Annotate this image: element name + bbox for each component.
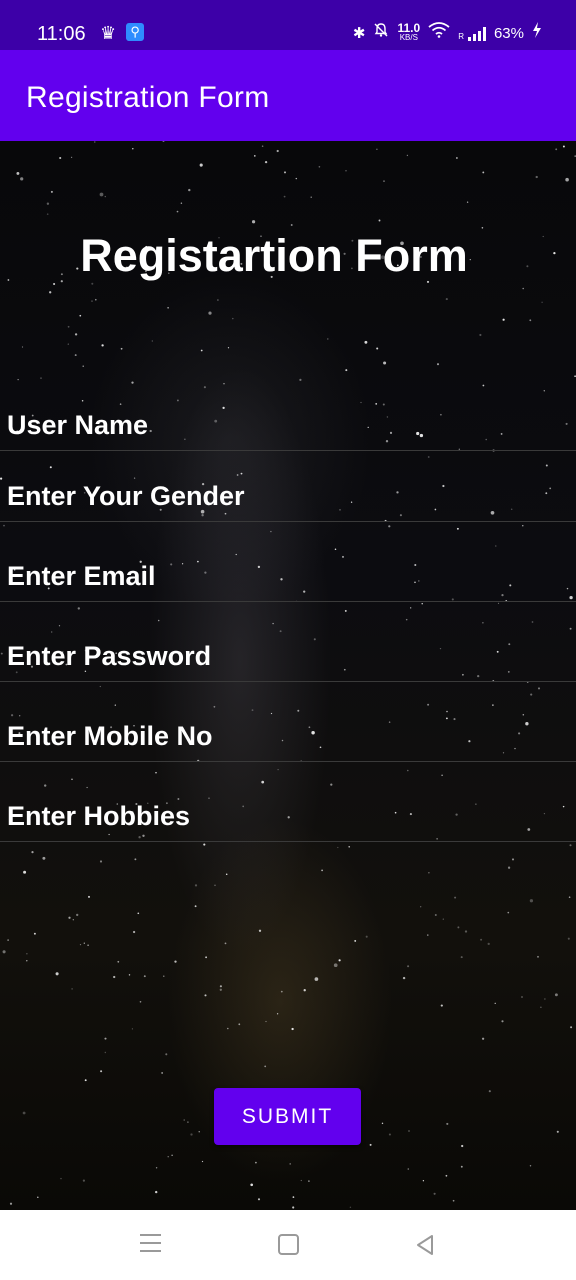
submit-button[interactable]: SUBMIT xyxy=(214,1088,361,1145)
form-heading: Registartion Form xyxy=(80,230,468,281)
password-input[interactable] xyxy=(0,631,575,681)
wifi-icon xyxy=(428,22,450,45)
hobbies-field[interactable] xyxy=(0,791,576,842)
battery-level: 63% xyxy=(493,25,524,42)
crown-icon: ♛ xyxy=(100,23,117,43)
signal-icon: R xyxy=(458,26,486,41)
menu-icon[interactable] xyxy=(140,1234,164,1256)
user-name-input[interactable] xyxy=(0,400,575,450)
back-icon[interactable] xyxy=(414,1234,438,1256)
net-speed-unit: KB/S xyxy=(399,32,418,42)
signal-label: R xyxy=(458,31,464,41)
net-speed-value: 11.0 xyxy=(397,20,421,35)
status-right-icons: ✱ 11.0 KB/S R 63% xyxy=(353,22,542,45)
password-field[interactable] xyxy=(0,631,576,682)
gender-field[interactable] xyxy=(0,471,576,522)
email-input[interactable] xyxy=(0,551,575,601)
mobile-field[interactable] xyxy=(0,711,576,762)
status-left-icons: ♛ ⚲ xyxy=(100,23,145,43)
user-name-field[interactable] xyxy=(0,400,576,451)
status-time: 11:06 xyxy=(37,23,86,45)
system-nav-bar xyxy=(0,1210,576,1280)
bell-muted-icon xyxy=(373,22,389,45)
usb-icon: ⚲ xyxy=(126,23,145,41)
charging-icon xyxy=(532,22,542,45)
gender-input[interactable] xyxy=(0,471,575,521)
form-screen: Registartion Form SUBMIT xyxy=(0,141,576,1210)
status-bar: 11:06 ♛ ⚲ ✱ 11.0 KB/S R 63% xyxy=(0,0,576,50)
net-speed: 11.0 KB/S xyxy=(397,20,421,43)
home-icon[interactable] xyxy=(278,1234,302,1256)
app-title: Registration Form xyxy=(26,81,270,114)
bluetooth-icon: ✱ xyxy=(352,24,366,42)
app-bar: Registration Form xyxy=(0,50,576,141)
hobbies-input[interactable] xyxy=(0,791,575,841)
mobile-input[interactable] xyxy=(0,711,575,761)
email-field[interactable] xyxy=(0,551,576,602)
